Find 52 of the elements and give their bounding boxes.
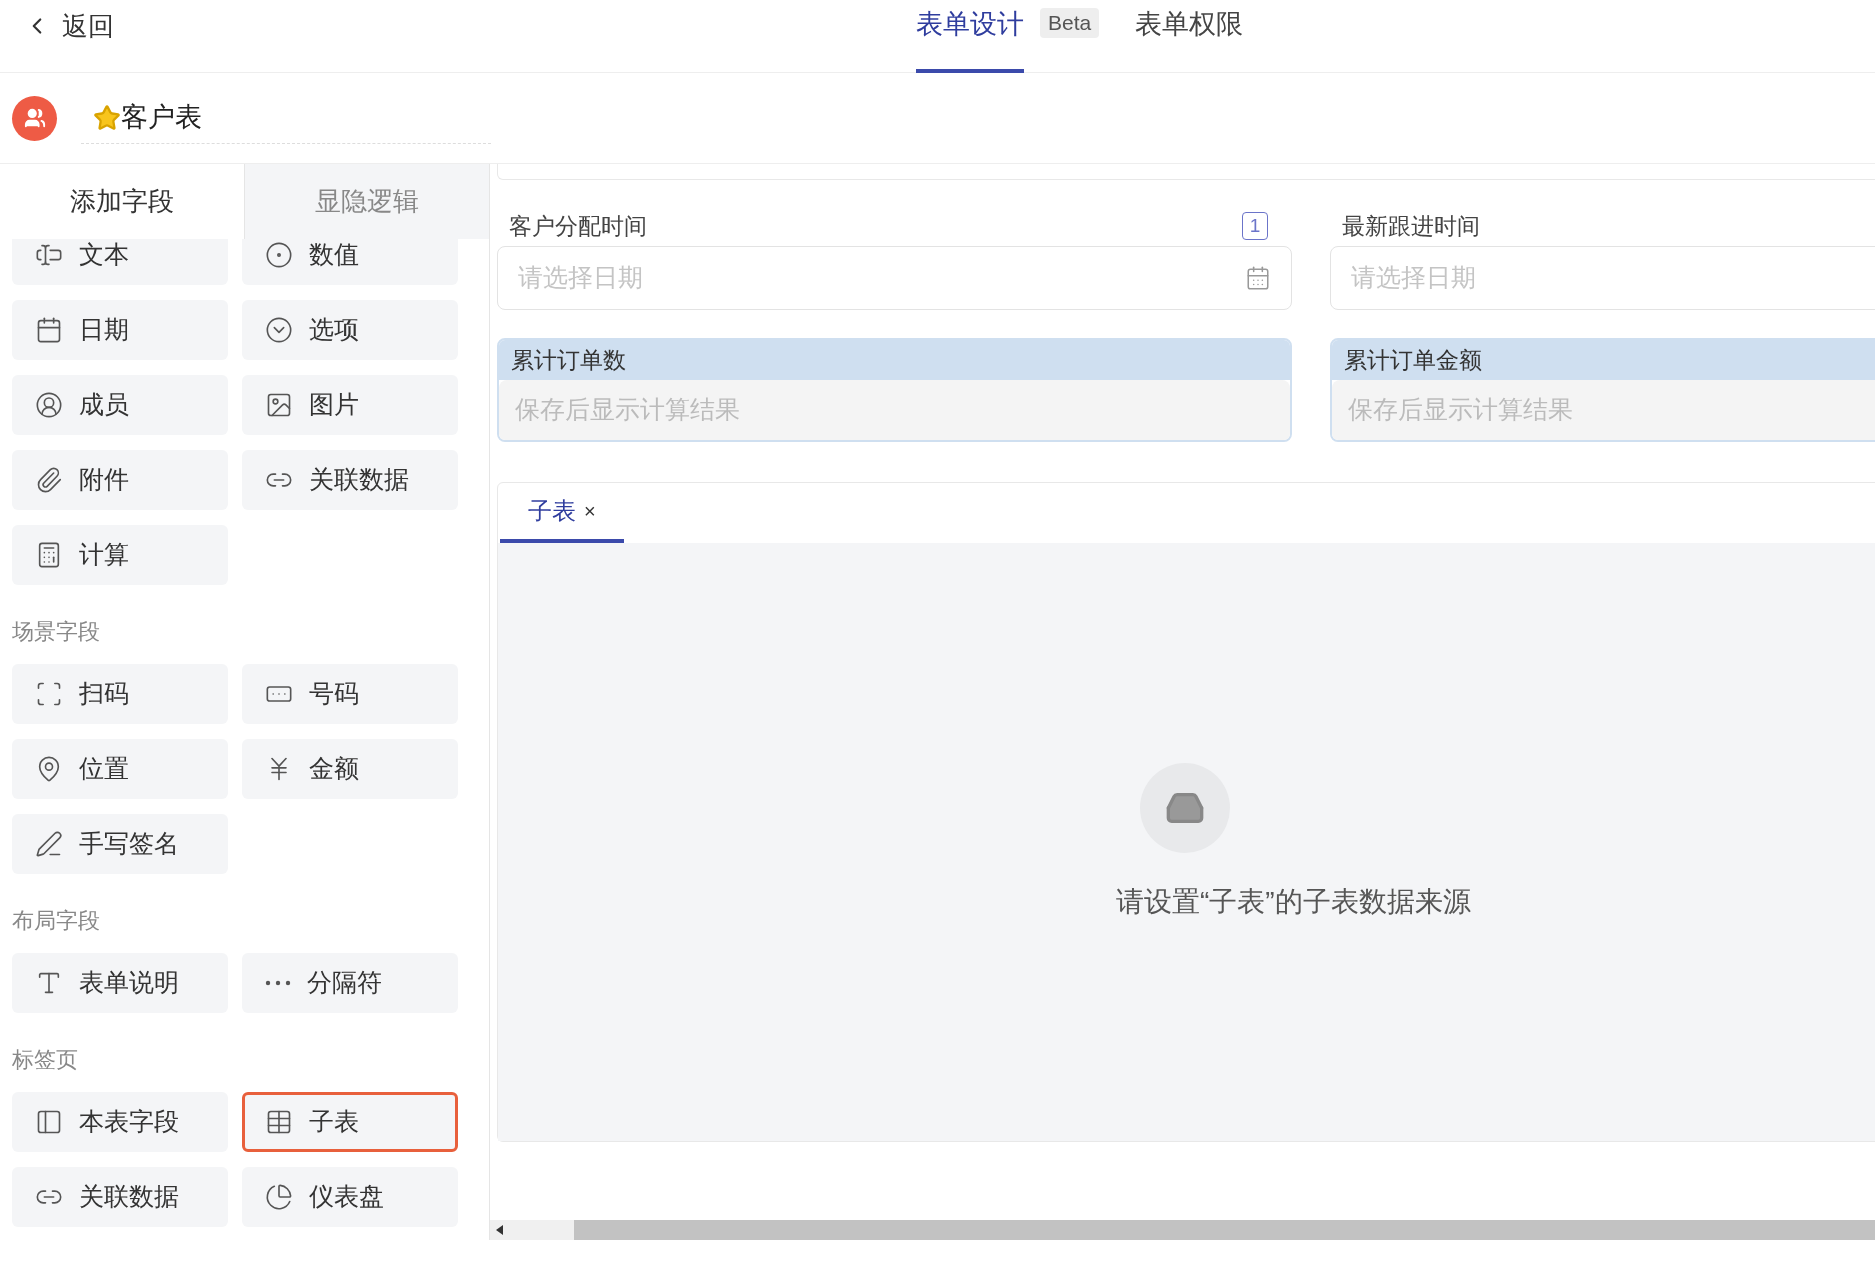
user-icon	[35, 391, 63, 419]
users-icon	[23, 107, 46, 129]
star-icon[interactable]	[93, 103, 121, 132]
top-tab[interactable]: 表单权限	[1135, 0, 1244, 73]
field-type-button[interactable]: 计算	[12, 525, 228, 585]
field-type-button[interactable]: 子表	[242, 1092, 458, 1152]
field-type-button[interactable]: 分隔符	[242, 953, 458, 1013]
scroll-left-arrow-icon[interactable]	[496, 1225, 504, 1235]
horizontal-scrollbar[interactable]	[490, 1220, 1875, 1240]
field-type-button[interactable]: 关联数据	[242, 450, 458, 510]
field-type-button[interactable]: 成员	[12, 375, 228, 435]
calculated-value: 保存后显示计算结果	[499, 380, 1290, 440]
table-icon	[265, 1108, 293, 1136]
field-type-button[interactable]: 扫码	[12, 664, 228, 724]
panel-icon	[35, 1108, 63, 1136]
field-type-button[interactable]: 手写签名	[12, 814, 228, 874]
beta-badge: Beta	[1040, 8, 1100, 38]
circle-icon	[265, 241, 293, 269]
empty-message: 请设置“子表”的子表数据来源	[1116, 885, 1471, 919]
calendar-icon	[35, 316, 63, 344]
number-badge: 1	[1242, 212, 1268, 240]
section-title: 场景字段	[12, 618, 101, 646]
ellipsis-icon	[265, 980, 291, 986]
field-type-button[interactable]: 号码	[242, 664, 458, 724]
field-type-button[interactable]: 金额	[242, 739, 458, 799]
field-type-button[interactable]: 本表字段	[12, 1092, 228, 1152]
field-type-button[interactable]: 文本	[12, 239, 228, 285]
field-label: 客户分配时间	[509, 211, 647, 241]
pie-chart-icon	[265, 1183, 293, 1211]
field-type-button[interactable]: 仪表盘	[242, 1167, 458, 1227]
image-icon	[265, 391, 293, 419]
field-type-button[interactable]: 选项	[242, 300, 458, 360]
field-type-button[interactable]: 附件	[12, 450, 228, 510]
pen-icon	[35, 830, 63, 858]
top-tab[interactable]: 表单设计	[916, 0, 1024, 73]
field-type-button[interactable]: 表单说明	[12, 953, 228, 1013]
field-type-button[interactable]: 日期	[12, 300, 228, 360]
back-button[interactable]: 返回	[0, 0, 114, 44]
field-type-button[interactable]: 图片	[242, 375, 458, 435]
calculated-value: 保存后显示计算结果	[1332, 380, 1875, 440]
section-title: 标签页	[12, 1046, 79, 1074]
field-type-button[interactable]: 位置	[12, 739, 228, 799]
field-type-button[interactable]: 关联数据	[12, 1167, 228, 1227]
field-type-button[interactable]: 数值	[242, 239, 458, 285]
field-label: 累计订单金额	[1332, 340, 1875, 380]
scan-icon	[35, 680, 63, 708]
paperclip-icon	[35, 466, 63, 494]
form-title: 客户表	[121, 101, 202, 135]
field-label: 累计订单数	[499, 340, 1290, 380]
field-label: 最新跟进时间	[1342, 211, 1480, 241]
chevron-circle-icon	[265, 316, 293, 344]
section-title: 布局字段	[12, 907, 101, 935]
